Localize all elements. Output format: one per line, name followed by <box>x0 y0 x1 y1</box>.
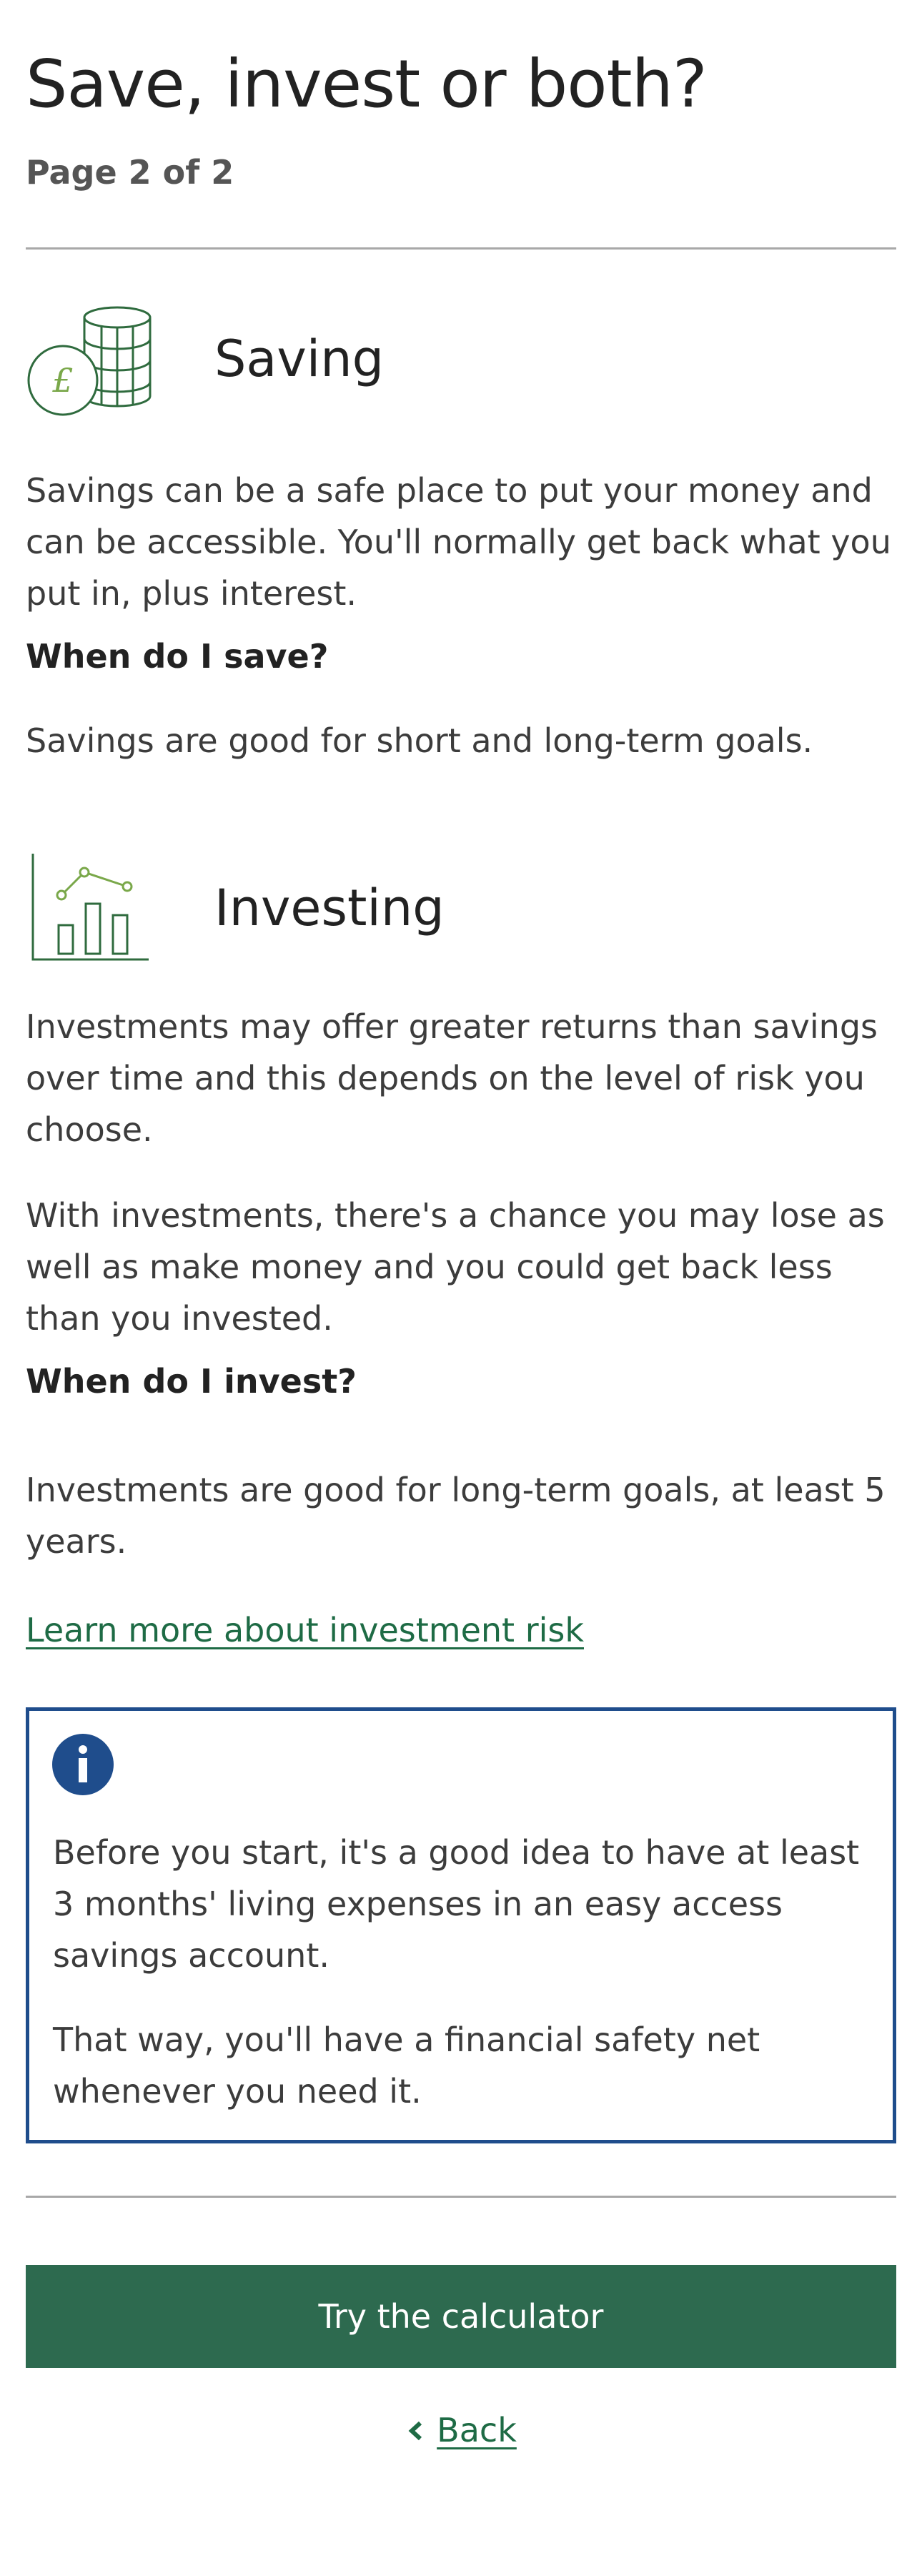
coins-icon: £ <box>27 306 152 416</box>
page: Save, invest or both? Page 2 of 2 £ Savi… <box>0 0 922 2576</box>
divider <box>26 247 896 250</box>
investment-risk-link[interactable]: Learn more about investment risk <box>26 1604 584 1656</box>
investing-header: Investing <box>26 851 445 965</box>
divider <box>26 2196 896 2198</box>
info-text-1: Before you start, it's a good idea to ha… <box>53 1833 860 1975</box>
saving-description: Savings can be a safe place to put your … <box>26 471 891 613</box>
page-count: Page 2 of 2 <box>26 153 234 192</box>
saving-question: When do I save? <box>26 637 329 676</box>
back-link[interactable]: Back <box>437 2411 517 2449</box>
saving-title: Saving <box>214 330 385 388</box>
info-icon <box>52 1734 114 1795</box>
chevron-left-icon <box>408 2421 422 2440</box>
saving-header: £ Saving <box>26 302 384 416</box>
svg-text:£: £ <box>51 361 73 400</box>
back-row: Back <box>0 2411 922 2449</box>
info-text-2: That way, you'll have a financial safety… <box>53 2020 760 2111</box>
saving-answer: Savings are good for short and long-term… <box>26 721 813 760</box>
page-title: Save, invest or both? <box>26 46 708 122</box>
investing-answer: Investments are good for long-term goals… <box>26 1471 886 1561</box>
investing-description-1: Investments may offer greater returns th… <box>26 1007 878 1149</box>
try-calculator-button[interactable]: Try the calculator <box>26 2265 896 2368</box>
chart-icon <box>31 854 149 961</box>
investing-description-2: With investments, there's a chance you m… <box>26 1196 885 1338</box>
investing-question: When do I invest? <box>26 1362 357 1401</box>
info-box: Before you start, it's a good idea to ha… <box>26 1707 896 2143</box>
investing-title: Investing <box>214 879 445 937</box>
